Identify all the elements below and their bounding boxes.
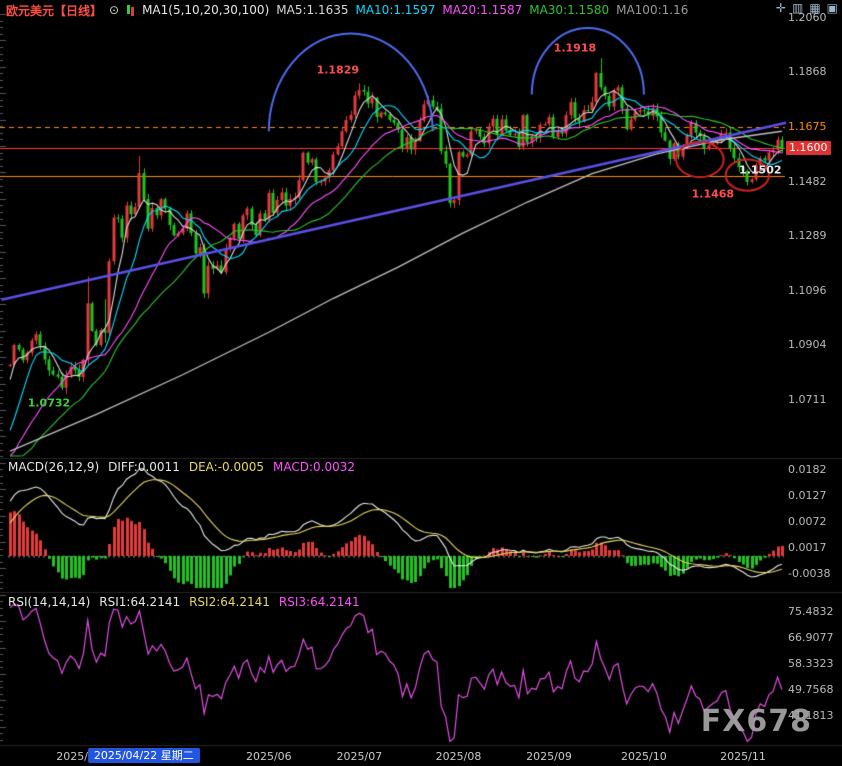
ma5-value: MA5:1.1635 (276, 3, 348, 17)
time-axis-label: 2025/11 (720, 750, 766, 763)
last-price-tag: 1.1600 (786, 141, 831, 155)
price-annotation: 1.1918 (554, 41, 596, 54)
crosshair-icon[interactable]: ✛ (776, 1, 786, 15)
macd-axis-label: 0.0182 (788, 464, 827, 476)
symbol-title[interactable]: 欧元美元【日线】 (6, 2, 102, 19)
time-axis-label: 2025/06 (246, 750, 292, 763)
chart-application-window: 欧元美元【日线】 ⊙ MA1(5,10,20,30,100) MA5:1.163… (0, 0, 842, 766)
time-axis-label: 2025/07 (336, 750, 382, 763)
ma30-value: MA30:1.1580 (529, 3, 609, 17)
rsi3-value: RSI3:64.2141 (279, 595, 360, 609)
ma20-value: MA20:1.1587 (442, 3, 522, 17)
time-axis-label: 2025/10 (621, 750, 667, 763)
ma-group-label: MA1(5,10,20,30,100) (142, 3, 269, 17)
macd-params-label: MACD(26,12,9) (8, 460, 99, 474)
macd-axis-label: 0.0072 (788, 516, 827, 528)
rsi-axis-label: 66.9077 (788, 632, 834, 644)
eye-icon[interactable]: ⊙ (109, 3, 119, 17)
price-annotation: 1.1468 (692, 188, 734, 201)
macd-axis-label: -0.0038 (788, 568, 830, 580)
grid-icon[interactable]: ▦ (809, 1, 820, 15)
rsi2-value: RSI2:64.2141 (189, 595, 270, 609)
columns-icon[interactable]: ▥ (792, 1, 803, 15)
ma10-value: MA10:1.1597 (355, 3, 435, 17)
price-axis-label: 1.1675 (788, 121, 827, 133)
rsi-axis-label: 49.7568 (788, 684, 834, 696)
watermark: FX678 (701, 704, 812, 739)
macd-diff-value: DIFF:0.0011 (108, 460, 180, 474)
macd-axis-label: 0.0017 (788, 542, 827, 554)
layout-icon[interactable]: ▣ (827, 1, 838, 15)
price-axis-label: 1.0711 (788, 394, 827, 406)
macd-hist-value: MACD:0.0032 (273, 460, 355, 474)
price-axis-label: 1.0904 (788, 339, 827, 351)
chart-toolbar: ✛ ▥ ▦ ▣ (776, 1, 838, 15)
candlestick-icon (126, 4, 135, 16)
price-annotation: 1.1829 (317, 63, 359, 76)
price-annotation: 1.1502 (739, 164, 781, 177)
rsi-header: RSI(14,14,14) RSI1:64.2141 RSI2:64.2141 … (8, 595, 360, 609)
selected-date-label: 2025/04/22 星期二 (88, 748, 200, 763)
price-axis-label: 1.1482 (788, 176, 827, 188)
price-annotation: 1.0732 (28, 397, 70, 410)
ma100-value: MA100:1.16 (616, 3, 688, 17)
rsi-axis-label: 58.3323 (788, 658, 834, 670)
candle-bar-up (131, 7, 134, 16)
rsi-params-label: RSI(14,14,14) (8, 595, 90, 609)
candle-bar-down (127, 5, 130, 14)
rsi-axis-label: 75.4832 (788, 606, 834, 618)
price-axis-label: 1.1096 (788, 285, 827, 297)
price-axis-label: 1.1868 (788, 66, 827, 78)
macd-dea-value: DEA:-0.0005 (189, 460, 264, 474)
chart-header: 欧元美元【日线】 ⊙ MA1(5,10,20,30,100) MA5:1.163… (6, 2, 688, 18)
time-axis-label: 2025/09 (526, 750, 572, 763)
macd-axis-label: 0.0127 (788, 490, 827, 502)
price-axis-label: 1.1289 (788, 230, 827, 242)
macd-header: MACD(26,12,9) DIFF:0.0011 DEA:-0.0005 MA… (8, 460, 355, 474)
price-chart-canvas[interactable] (0, 0, 842, 766)
time-axis-label: 2025/08 (436, 750, 482, 763)
rsi1-value: RSI1:64.2141 (99, 595, 180, 609)
